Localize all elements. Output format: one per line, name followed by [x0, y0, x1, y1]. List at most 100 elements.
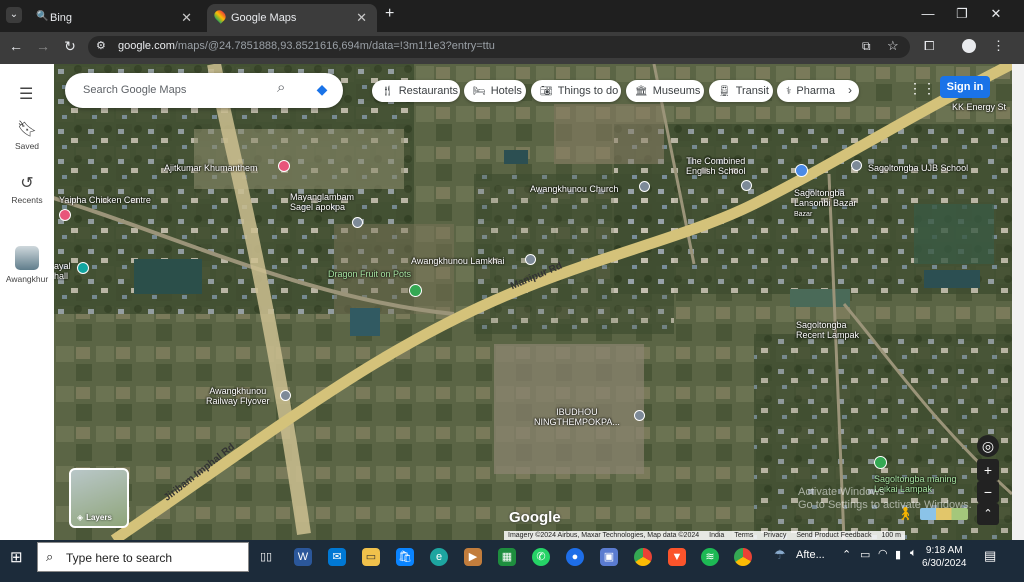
- map-label-mayang[interactable]: Mayanglambam Sagel apokpa: [290, 192, 354, 212]
- word-icon[interactable]: W: [294, 548, 312, 566]
- sign-in-button[interactable]: Sign in: [940, 76, 990, 98]
- shop-pin-icon[interactable]: [409, 284, 422, 297]
- tab-bing[interactable]: 🔍 Bing ✕: [26, 4, 202, 32]
- site-info-icon[interactable]: ⚙: [96, 39, 106, 52]
- new-tab-button[interactable]: +: [385, 5, 394, 23]
- map-label-bazar[interactable]: Bazar: [794, 210, 812, 220]
- notifications-icon[interactable]: ▤: [984, 548, 996, 564]
- mail-icon[interactable]: ✉: [328, 548, 346, 566]
- privacy-link[interactable]: Privacy: [763, 531, 786, 540]
- map-label-sagol-school[interactable]: Sagoltongba UJB School: [868, 163, 968, 173]
- media-player-icon[interactable]: ▶: [464, 548, 482, 566]
- map-label-yaipha[interactable]: Yaipha Chicken Centre: [59, 195, 151, 205]
- restaurant-pin-icon[interactable]: [59, 209, 71, 221]
- rail-recents[interactable]: ↺ Recents: [0, 176, 54, 206]
- forward-icon[interactable]: →: [33, 38, 53, 54]
- profile-icon[interactable]: [962, 39, 976, 53]
- map-label-railway-flyover[interactable]: Awangkhunou Railway Flyover: [206, 386, 270, 406]
- chip-things-to-do[interactable]: 📷︎ Things to do: [531, 80, 621, 102]
- weather-icon[interactable]: ☂: [774, 547, 786, 563]
- place-pin-icon[interactable]: [874, 456, 887, 469]
- scrollbar[interactable]: [1012, 64, 1024, 540]
- my-location-icon[interactable]: ◎: [977, 435, 999, 457]
- tray-chevron-icon[interactable]: ⌃: [842, 548, 851, 561]
- feedback-link[interactable]: Send Product Feedback: [796, 531, 871, 540]
- scale-label[interactable]: 100 m: [881, 531, 900, 540]
- file-explorer-icon[interactable]: ▭: [362, 548, 380, 566]
- minimize-icon[interactable]: —: [918, 6, 938, 21]
- attribution-india[interactable]: India: [709, 531, 724, 540]
- url-text[interactable]: google.com/maps/@24.7851888,93.8521616,6…: [118, 40, 495, 52]
- menu-kebab-icon[interactable]: ⋮: [992, 38, 1005, 54]
- directions-icon[interactable]: ◆: [313, 80, 331, 98]
- search-input[interactable]: Search Google Maps: [83, 84, 186, 96]
- market-pin-icon[interactable]: [795, 164, 808, 177]
- wifi-icon[interactable]: ◠: [878, 547, 888, 560]
- brave-icon[interactable]: ▼: [668, 548, 686, 566]
- browser-icon[interactable]: ●: [566, 548, 584, 566]
- whatsapp-icon[interactable]: ✆: [532, 548, 550, 566]
- task-view-icon[interactable]: ▯▯: [257, 548, 275, 566]
- search-box[interactable]: Search Google Maps ⌕ ◆: [65, 73, 343, 108]
- map-label-ajitkumar[interactable]: Ajitkumar Khumanthem: [164, 163, 258, 173]
- chips-next-icon[interactable]: ›: [848, 83, 852, 97]
- church-pin-icon[interactable]: [639, 181, 650, 192]
- shopping-pin-icon[interactable]: [278, 160, 290, 172]
- place-pin-icon[interactable]: [352, 217, 363, 228]
- expand-icon[interactable]: ⌃: [977, 503, 999, 525]
- layers-button[interactable]: ◈ Layers: [69, 468, 129, 528]
- chrome-icon[interactable]: [634, 548, 652, 566]
- reload-icon[interactable]: ↻: [60, 38, 80, 55]
- install-app-icon[interactable]: ⧉: [862, 39, 871, 54]
- restore-icon[interactable]: ❐: [952, 6, 972, 22]
- volume-icon[interactable]: 🔈︎: [910, 547, 917, 560]
- weather-label[interactable]: Afte...: [796, 549, 825, 561]
- map-label-recent-lampak[interactable]: Sagoltongba Recent Lampak: [796, 320, 859, 340]
- map-label-kk-energy[interactable]: KK Energy St: [952, 102, 1006, 112]
- rail-recent-place[interactable]: Awangkhur: [0, 246, 54, 284]
- store-icon[interactable]: 🛍︎: [396, 548, 414, 566]
- map-label-ibudhou[interactable]: IBUDHOU NINGTHEMPOKPA...: [534, 407, 620, 427]
- close-tab-icon[interactable]: ✕: [181, 10, 192, 26]
- tab-google-maps[interactable]: Google Maps ✕: [207, 4, 377, 32]
- battery-icon[interactable]: ▮: [895, 548, 901, 561]
- taskbar-search-input[interactable]: Type here to search: [66, 551, 172, 565]
- bookmark-star-icon[interactable]: ☆: [887, 38, 899, 54]
- network-icon[interactable]: ▭: [860, 548, 870, 561]
- spotify-icon[interactable]: ≋: [701, 548, 719, 566]
- chip-museums[interactable]: 🏛︎ Museums: [626, 80, 704, 102]
- photos-icon[interactable]: ▣: [600, 548, 618, 566]
- chip-hotels[interactable]: 🛏︎ Hotels: [464, 80, 526, 102]
- back-icon[interactable]: ←: [6, 38, 26, 54]
- map-canvas[interactable]: KK Energy St Ajitkumar Khumanthem Yaipha…: [54, 64, 1012, 540]
- chip-restaurants[interactable]: 🍴︎ Restaurants: [372, 80, 460, 102]
- map-label-lamkhai[interactable]: Awangkhunou Lamkhai: [411, 256, 504, 266]
- clock[interactable]: 9:18 AM 6/30/2024: [922, 544, 967, 570]
- terms-link[interactable]: Terms: [734, 531, 753, 540]
- place-pin-icon[interactable]: [634, 410, 645, 421]
- chip-transit[interactable]: 🚆︎ Transit: [709, 80, 773, 102]
- excel-icon[interactable]: ▦: [498, 548, 516, 566]
- map-label-dragon-fruit[interactable]: Dragon Fruit on Pots: [328, 269, 411, 279]
- chrome-active-icon[interactable]: [734, 548, 752, 566]
- edge-icon[interactable]: e: [430, 548, 448, 566]
- search-icon[interactable]: ⌕: [277, 79, 285, 96]
- zoom-out-button[interactable]: −: [977, 481, 999, 503]
- school-pin-icon[interactable]: [741, 180, 752, 191]
- hall-pin-icon[interactable]: [77, 262, 89, 274]
- map-label-combined-school[interactable]: The Combined English School: [686, 156, 746, 176]
- chip-pharmacies[interactable]: ⚕ Pharma ›: [777, 80, 859, 102]
- map-label-sagol-bazar[interactable]: Sagoltongba Lansonbi Bazar: [794, 188, 857, 208]
- close-tab-icon[interactable]: ✕: [356, 10, 367, 26]
- zoom-in-button[interactable]: +: [977, 459, 999, 481]
- place-pin-icon[interactable]: [525, 254, 536, 265]
- windows-start-icon[interactable]: ⊞: [10, 548, 23, 566]
- place-pin-icon[interactable]: [280, 390, 291, 401]
- hamburger-menu-icon[interactable]: ☰: [19, 84, 33, 104]
- window-close-icon[interactable]: ✕: [986, 6, 1006, 22]
- map-label-hall[interactable]: ayal hall: [54, 261, 71, 281]
- extensions-icon[interactable]: ⧠: [924, 38, 934, 54]
- taskbar-search-box[interactable]: ⌕ Type here to search: [37, 542, 249, 572]
- map-label-awang-church[interactable]: Awangkhunou Church: [530, 184, 618, 194]
- rail-saved[interactable]: 🔖︎ Saved: [0, 122, 54, 152]
